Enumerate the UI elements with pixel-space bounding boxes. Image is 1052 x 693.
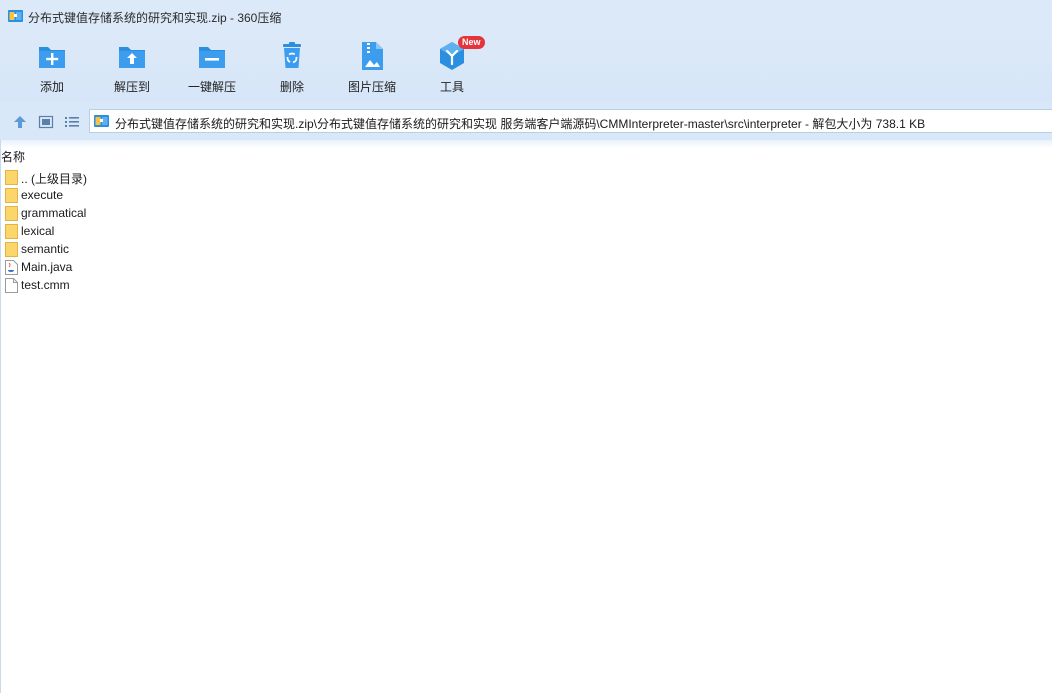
image-compress-icon [362,42,383,70]
folder-icon [5,206,18,221]
list-item[interactable]: semantic [0,240,400,258]
blank-file-icon [5,278,18,293]
folder-icon [5,170,18,185]
delete-label: 删除 [279,80,304,94]
list-view-icon[interactable] [64,114,80,130]
address-bar[interactable]: 分布式键值存储系统的研究和实现.zip\分布式键值存储系统的研究和实现 服务端客… [89,109,1052,133]
extract-to-label: 解压到 [113,80,150,94]
archive-icon [94,115,109,127]
file-name: semantic [21,242,70,256]
new-badge: New [458,36,485,49]
file-name: grammatical [21,206,87,220]
archive-app-icon [8,10,23,22]
up-arrow-icon[interactable] [12,114,28,130]
folder-icon [5,188,18,203]
column-header-name[interactable]: 名称 [0,148,25,164]
file-name: execute [21,188,64,202]
file-name: Main.java [21,260,73,274]
extract-to-icon [119,47,145,68]
file-name: test.cmm [21,278,70,292]
extract-to-button[interactable]: 解压到 [92,38,172,98]
address-path: 分布式键值存储系统的研究和实现.zip\分布式键值存储系统的研究和实现 服务端客… [115,117,926,131]
folder-icon [5,224,18,239]
navigation-bar: 分布式键值存储系统的研究和实现.zip\分布式键值存储系统的研究和实现 服务端客… [0,102,1052,140]
list-item[interactable]: execute [0,186,400,204]
list-item-parent-dir[interactable]: .. (上级目录) [0,168,400,186]
window-title: 分布式键值存储系统的研究和实现.zip - 360压缩 [28,11,282,25]
toolbar: 添加 解压到 一键解压 删除 图片压缩 New 工具 [0,34,1052,102]
list-item[interactable]: test.cmm [0,276,400,294]
tools-button[interactable]: New 工具 [412,36,492,98]
delete-button[interactable]: 删除 [252,38,332,98]
image-compress-button[interactable]: 图片压缩 [332,38,412,98]
one-click-extract-label: 一键解压 [187,80,236,94]
one-click-extract-button[interactable]: 一键解压 [172,38,252,98]
recycle-delete-icon [283,42,301,68]
image-compress-label: 图片压缩 [347,80,396,94]
add-label: 添加 [39,80,64,94]
java-file-icon [5,260,18,275]
list-item[interactable]: Main.java [0,258,400,276]
thumbnail-view-icon[interactable] [38,114,54,130]
file-name: lexical [21,224,55,238]
title-bar: 分布式键值存储系统的研究和实现.zip - 360压缩 [0,0,1052,34]
app-window: 分布式键值存储系统的研究和实现.zip - 360压缩 添加 解压到 一键解压 … [0,0,1052,693]
header-divider [0,140,1052,148]
one-click-extract-icon [199,47,225,68]
file-list: .. (上级目录) execute grammatical lexical se [0,168,400,294]
tools-label: 工具 [439,80,464,94]
add-folder-icon [39,47,65,68]
file-name: .. (上级目录) [21,172,87,186]
list-item[interactable]: grammatical [0,204,400,222]
list-item[interactable]: lexical [0,222,400,240]
folder-icon [5,242,18,257]
add-button[interactable]: 添加 [12,38,92,98]
